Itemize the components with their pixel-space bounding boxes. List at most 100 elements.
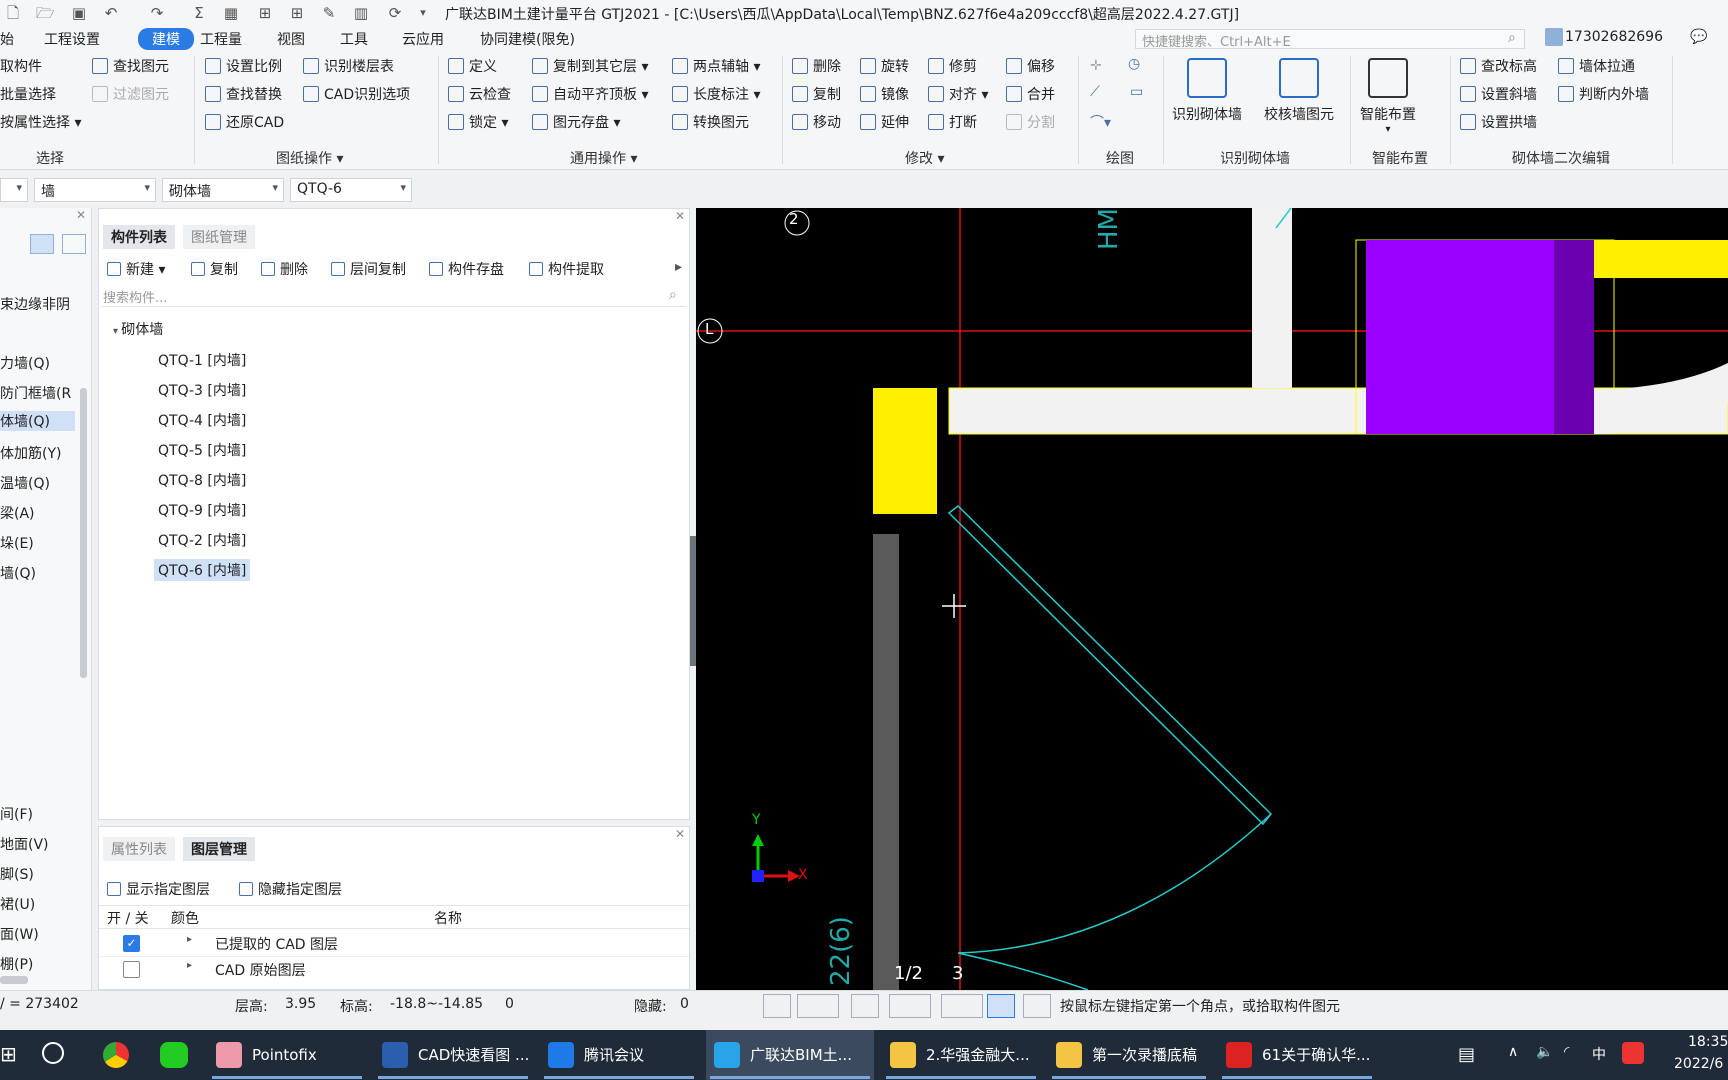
arc-snap-icon[interactable] <box>1023 994 1051 1018</box>
tab-layer-management[interactable]: 图层管理 <box>183 837 255 861</box>
redo-icon[interactable]: ↷ <box>148 4 166 22</box>
tree-item[interactable]: QTQ-4 [内墙] <box>154 409 250 431</box>
sogou-icon[interactable] <box>1622 1042 1644 1064</box>
category-select[interactable]: 墙 <box>34 178 156 202</box>
pen-icon[interactable]: ✎ <box>320 4 338 22</box>
customize-icon[interactable]: ▾ <box>414 4 432 22</box>
smart-layout-button[interactable]: 智能布置 ▾ <box>1360 58 1416 135</box>
group-general-label[interactable]: 通用操作 ▾ <box>570 148 637 168</box>
wifi-icon[interactable]: ◜ <box>1564 1044 1569 1060</box>
nav-item[interactable]: 地面(V) <box>0 834 49 854</box>
tree-item-selected[interactable]: QTQ-6 [内墙] <box>154 559 251 581</box>
close-icon[interactable]: ✕ <box>675 827 685 841</box>
break-button[interactable]: 打断 <box>928 112 977 134</box>
table-icon[interactable]: ⊞ <box>256 4 274 22</box>
filter-element-button[interactable]: 过滤图元 <box>92 84 169 106</box>
menu-tools[interactable]: 工具 <box>340 29 368 49</box>
tab-property-list[interactable]: 属性列表 <box>103 837 175 861</box>
drawing-canvas[interactable]: 2 L HM132C 22(6) 1/2 3 Y X <box>696 208 1728 990</box>
menu-collab[interactable]: 协同建模(限免) <box>480 29 575 49</box>
clock-time[interactable]: 18:35 <box>1688 1034 1728 1050</box>
menu-project-settings[interactable]: 工程设置 <box>44 29 100 49</box>
find-element-button[interactable]: 查找图元 <box>92 56 169 78</box>
taskbar-item-pointofix[interactable]: Pointofix <box>208 1030 366 1080</box>
menu-start[interactable]: 始 <box>0 29 14 49</box>
component-select[interactable]: QTQ-6 <box>290 178 412 202</box>
layer-toggle-checkbox[interactable]: ✓ <box>123 935 140 952</box>
cross-icon[interactable] <box>851 994 879 1018</box>
tab-drawing-management[interactable]: 图纸管理 <box>183 225 255 249</box>
delete-button[interactable]: 删除 <box>792 56 841 78</box>
expand-icon[interactable]: ▸ <box>187 960 192 971</box>
report-icon[interactable]: ▦ <box>222 4 240 22</box>
new-file-icon[interactable]: 🗋 <box>4 4 22 22</box>
tree-item[interactable]: QTQ-1 [内墙] <box>154 349 250 371</box>
judge-inner-outer-button[interactable]: 判断内外墙 <box>1558 84 1649 106</box>
nav-item[interactable]: 脚(S) <box>0 864 34 884</box>
column-icon[interactable]: ▥ <box>352 4 370 22</box>
taskbar-item-tencent-meeting[interactable]: 腾讯会议 <box>540 1030 698 1080</box>
tree-item[interactable]: QTQ-5 [内墙] <box>154 439 250 461</box>
set-slant-wall-button[interactable]: 设置斜墙 <box>1460 84 1537 106</box>
tree-item[interactable]: QTQ-2 [内墙] <box>154 529 250 551</box>
delete-component-button[interactable]: 删除 <box>261 259 308 279</box>
undo-icon[interactable]: ↶ <box>102 4 120 22</box>
component-save-button[interactable]: 构件存盘 <box>429 259 504 279</box>
rotate-button[interactable]: 旋转 <box>860 56 909 78</box>
nav-item[interactable]: 垛(E) <box>0 533 34 553</box>
nav-item[interactable]: 墙(Q) <box>0 563 36 583</box>
nav-item[interactable]: 梁(A) <box>0 503 35 523</box>
menu-quantity[interactable]: 工程量 <box>200 29 242 49</box>
more-icon[interactable]: ▸ <box>675 259 682 275</box>
user-id[interactable]: 17302682696 <box>1565 29 1663 45</box>
group-drawing-label[interactable]: 图纸操作 ▾ <box>276 148 343 168</box>
offset-button[interactable]: 偏移 <box>1006 56 1055 78</box>
grid-icon[interactable]: ⊞ <box>288 4 306 22</box>
extend-button[interactable]: 延伸 <box>860 112 909 134</box>
hide-layer-button[interactable]: 隐藏指定图层 <box>239 879 342 899</box>
tree-item[interactable]: QTQ-9 [内墙] <box>154 499 250 521</box>
taskbar-item-cad-viewer[interactable]: CAD快速看图 ... <box>374 1030 532 1080</box>
component-search-input[interactable]: 搜索构件... <box>101 285 687 307</box>
point-icon[interactable]: ✛ <box>1090 58 1102 74</box>
open-folder-icon[interactable]: 🗁 <box>36 4 55 22</box>
sum-icon[interactable]: Σ <box>190 4 208 22</box>
snap-mode-icon[interactable] <box>797 994 839 1018</box>
chrome-icon[interactable] <box>103 1042 129 1068</box>
close-icon[interactable]: ✕ <box>76 208 86 222</box>
arc-icon[interactable]: ⌒▾ <box>1090 112 1111 132</box>
cad-options-button[interactable]: CAD识别选项 <box>303 84 410 106</box>
menu-modeling[interactable]: 建模 <box>138 28 194 50</box>
clock-draw-icon[interactable]: ◷ <box>1128 56 1140 72</box>
copy-button[interactable]: 复制 <box>792 84 841 106</box>
save-icon[interactable]: ▣ <box>70 4 88 22</box>
nav-item[interactable]: 裙(U) <box>0 894 35 914</box>
tree-root[interactable]: ▾ 砌体墙 <box>113 319 163 339</box>
chat-icon[interactable]: 💬 <box>1690 29 1707 45</box>
ime-indicator[interactable]: 中 <box>1592 1044 1606 1064</box>
rectangle-icon[interactable]: ▭ <box>1130 84 1143 100</box>
action-center-icon[interactable]: ▤ <box>1458 1044 1475 1065</box>
close-icon[interactable]: ✕ <box>675 209 685 223</box>
convert-element-button[interactable]: 转换图元 <box>672 112 749 134</box>
line-icon[interactable]: ⟋ <box>1090 84 1100 100</box>
tab-component-list[interactable]: 构件列表 <box>103 225 175 249</box>
sync-icon[interactable]: ⟳ <box>386 4 404 22</box>
copy-to-other-floor-button[interactable]: 复制到其它层 ▾ <box>532 56 648 78</box>
length-dimension-button[interactable]: 长度标注 ▾ <box>672 84 760 106</box>
nav-item[interactable]: 体加筋(Y) <box>0 443 61 463</box>
nav-item[interactable]: 束边缘非阴 <box>0 294 70 314</box>
align-button[interactable]: 对齐 ▾ <box>928 84 988 106</box>
copy-component-button[interactable]: 复制 <box>191 259 238 279</box>
component-extract-button[interactable]: 构件提取 <box>529 259 604 279</box>
floor-select[interactable] <box>0 178 28 202</box>
nav-item[interactable]: 间(F) <box>0 804 33 824</box>
inter-floor-copy-button[interactable]: 层间复制 <box>331 259 406 279</box>
nav-item[interactable]: 棚(P) <box>0 954 33 974</box>
ortho-icon[interactable] <box>763 994 791 1018</box>
wechat-icon[interactable] <box>160 1042 188 1068</box>
layer-toggle-checkbox[interactable] <box>123 961 140 978</box>
set-arch-wall-button[interactable]: 设置拱墙 <box>1460 112 1537 134</box>
nav-item-masonry[interactable]: 体墙(Q) <box>0 411 75 431</box>
scrollbar[interactable] <box>80 388 87 678</box>
